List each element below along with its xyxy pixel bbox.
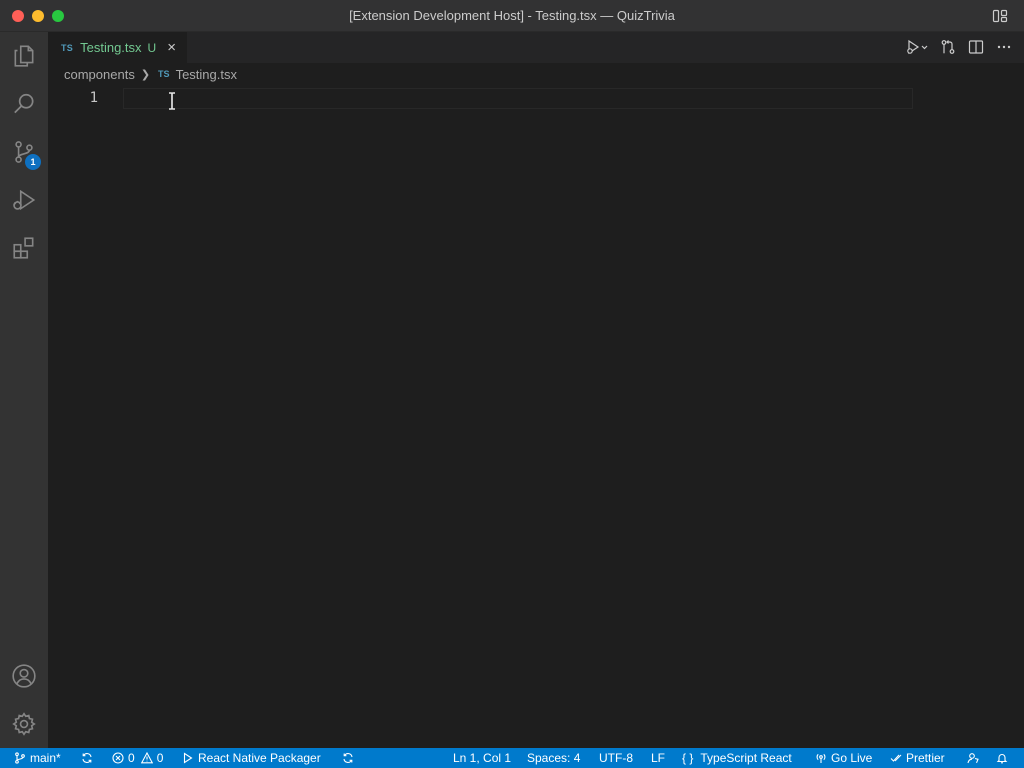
tab-label: Testing.tsx xyxy=(80,40,142,55)
braces-icon: { } xyxy=(682,751,694,765)
manage-button[interactable] xyxy=(0,700,48,748)
source-control-badge: 1 xyxy=(25,154,41,170)
title-bar: [Extension Development Host] - Testing.t… xyxy=(0,0,1024,32)
untracked-status: U xyxy=(147,40,157,55)
breadcrumb: components ❯ TS Testing.tsx xyxy=(48,63,1024,85)
warning-icon xyxy=(140,752,153,764)
sync-button[interactable] xyxy=(81,748,97,768)
run-debug-button[interactable] xyxy=(0,176,48,224)
current-line-highlight[interactable] xyxy=(123,88,913,109)
sync-icon xyxy=(82,753,92,763)
warning-count: 0 xyxy=(156,751,164,765)
activity-bar: 1 xyxy=(0,32,48,748)
go-live-button[interactable]: Go Live xyxy=(815,748,872,768)
packager-label: React Native Packager xyxy=(198,751,321,765)
error-icon xyxy=(112,752,124,764)
notifications-button[interactable] xyxy=(996,748,1012,768)
search-button[interactable] xyxy=(0,80,48,128)
open-changes-icon[interactable] xyxy=(940,39,956,55)
explorer-icon xyxy=(14,45,34,67)
customize-layout-icon[interactable] xyxy=(992,8,1008,24)
editor-actions xyxy=(906,39,1012,55)
branch-name: main* xyxy=(30,751,61,765)
double-check-icon xyxy=(890,754,902,762)
run-debug-icon xyxy=(13,189,36,211)
search-icon xyxy=(14,93,34,114)
play-icon xyxy=(183,752,193,764)
packager-refresh-button[interactable] xyxy=(342,748,358,768)
explorer-button[interactable] xyxy=(0,32,48,80)
typescript-file-icon: TS xyxy=(61,42,74,53)
error-count: 0 xyxy=(128,751,135,765)
split-editor-icon[interactable] xyxy=(968,39,984,55)
window-title: [Extension Development Host] - Testing.t… xyxy=(349,8,675,23)
breadcrumb-folder[interactable]: components xyxy=(64,67,135,82)
refresh-icon xyxy=(343,753,353,763)
prettier-label: Prettier xyxy=(906,751,945,765)
react-native-packager-button[interactable]: React Native Packager xyxy=(182,748,321,768)
close-tab-icon[interactable]: × xyxy=(167,40,176,55)
typescript-file-icon: TS xyxy=(158,69,170,79)
vscode-window: [Extension Development Host] - Testing.t… xyxy=(0,0,1024,768)
cursor-position[interactable]: Ln 1, Col 1 xyxy=(453,748,511,768)
extensions-icon xyxy=(13,237,34,259)
text-cursor-icon xyxy=(169,92,175,110)
editor-area[interactable]: 1 xyxy=(48,85,1024,748)
broadcast-icon xyxy=(816,753,826,763)
prettier-status[interactable]: Prettier xyxy=(890,748,945,768)
branch-indicator[interactable]: main* xyxy=(14,748,61,768)
go-live-label: Go Live xyxy=(831,751,873,765)
chevron-right-icon: ❯ xyxy=(140,68,151,81)
encoding-setting[interactable]: UTF-8 xyxy=(599,748,633,768)
source-control-button[interactable]: 1 xyxy=(0,128,48,176)
language-label: TypeScript React xyxy=(700,751,792,765)
feedback-icon xyxy=(967,753,979,764)
accounts-icon xyxy=(12,664,36,688)
language-mode[interactable]: { } TypeScript React xyxy=(682,748,792,768)
indentation-setting[interactable]: Spaces: 4 xyxy=(527,748,580,768)
tab-bar: TS Testing.tsx U × xyxy=(48,32,1024,63)
manage-gear-icon xyxy=(12,712,36,736)
feedback-button[interactable] xyxy=(967,748,983,768)
eol-setting[interactable]: LF xyxy=(651,748,665,768)
run-file-icon[interactable] xyxy=(906,39,928,55)
breadcrumb-file[interactable]: Testing.tsx xyxy=(176,67,237,82)
extensions-button[interactable] xyxy=(0,224,48,272)
more-actions-icon[interactable] xyxy=(996,39,1012,55)
bell-icon xyxy=(996,754,1008,764)
status-bar: main* 0 0 React Native Packager Ln 1, Co… xyxy=(0,748,1024,768)
accounts-button[interactable] xyxy=(0,652,48,700)
line-number: 1 xyxy=(89,90,98,106)
problems-indicator[interactable]: 0 0 xyxy=(112,748,163,768)
git-branch-icon xyxy=(15,752,25,764)
tab-testing-tsx[interactable]: TS Testing.tsx U × xyxy=(48,32,187,63)
